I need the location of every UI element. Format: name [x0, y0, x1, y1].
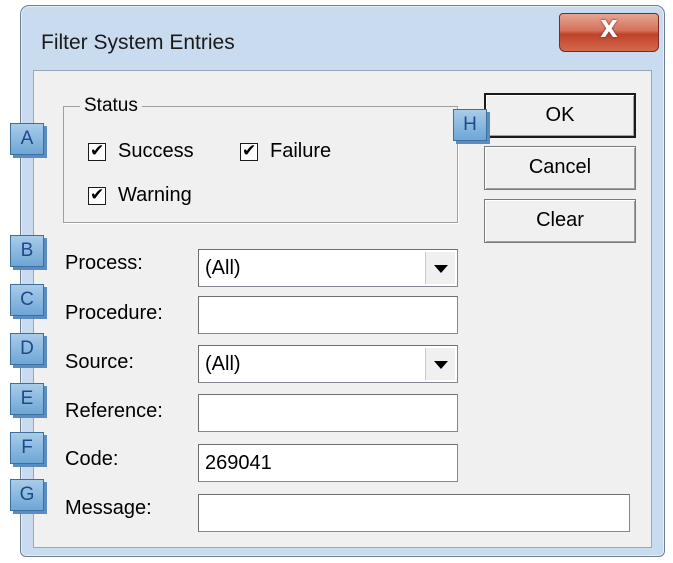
callout-e: E: [10, 383, 44, 415]
cancel-button[interactable]: Cancel: [484, 146, 636, 190]
chevron-down-icon: [434, 361, 448, 369]
close-button[interactable]: X: [559, 13, 659, 52]
reference-label: Reference:: [65, 400, 163, 422]
dialog-client-area: Status ✔ Success ✔ Failure ✔ Warning OK …: [33, 70, 652, 548]
failure-checkbox[interactable]: ✔: [240, 141, 258, 161]
callout-a: A: [10, 123, 44, 155]
process-value: (All): [205, 257, 241, 279]
callout-b: B: [10, 235, 44, 267]
callout-g: G: [10, 479, 44, 511]
process-dropdown[interactable]: (All): [198, 249, 458, 287]
message-label: Message:: [65, 497, 152, 519]
code-label: Code:: [65, 448, 119, 470]
clear-button[interactable]: Clear: [484, 199, 636, 243]
callout-h: H: [453, 109, 487, 141]
callout-d: D: [10, 333, 44, 365]
warning-label: Warning: [118, 184, 192, 206]
warning-checkbox[interactable]: ✔: [88, 185, 106, 205]
procedure-label: Procedure:: [65, 302, 163, 324]
checkmark-icon: ✔: [90, 185, 105, 205]
source-dropdown-button[interactable]: [425, 348, 455, 380]
success-label: Success: [118, 140, 194, 162]
source-value: (All): [205, 353, 241, 375]
window-title: Filter System Entries: [41, 31, 235, 54]
reference-input[interactable]: [198, 394, 458, 432]
chevron-down-icon: [434, 265, 448, 273]
filter-dialog-window: Filter System Entries X Status ✔ Success…: [20, 5, 665, 557]
callout-c: C: [10, 284, 44, 316]
ok-button[interactable]: OK: [484, 93, 636, 138]
procedure-input[interactable]: [198, 296, 458, 334]
callout-f: F: [10, 432, 44, 464]
source-dropdown[interactable]: (All): [198, 345, 458, 383]
failure-label: Failure: [270, 140, 332, 162]
status-group-legend: Status: [80, 95, 142, 117]
source-label: Source:: [65, 351, 134, 373]
checkmark-icon: ✔: [242, 141, 257, 161]
process-dropdown-button[interactable]: [425, 252, 455, 284]
code-input[interactable]: 269041: [198, 444, 458, 482]
process-label: Process:: [65, 252, 143, 274]
checkmark-icon: ✔: [90, 141, 105, 161]
message-input[interactable]: [198, 494, 630, 532]
close-icon: X: [600, 17, 618, 43]
success-checkbox[interactable]: ✔: [88, 141, 106, 161]
